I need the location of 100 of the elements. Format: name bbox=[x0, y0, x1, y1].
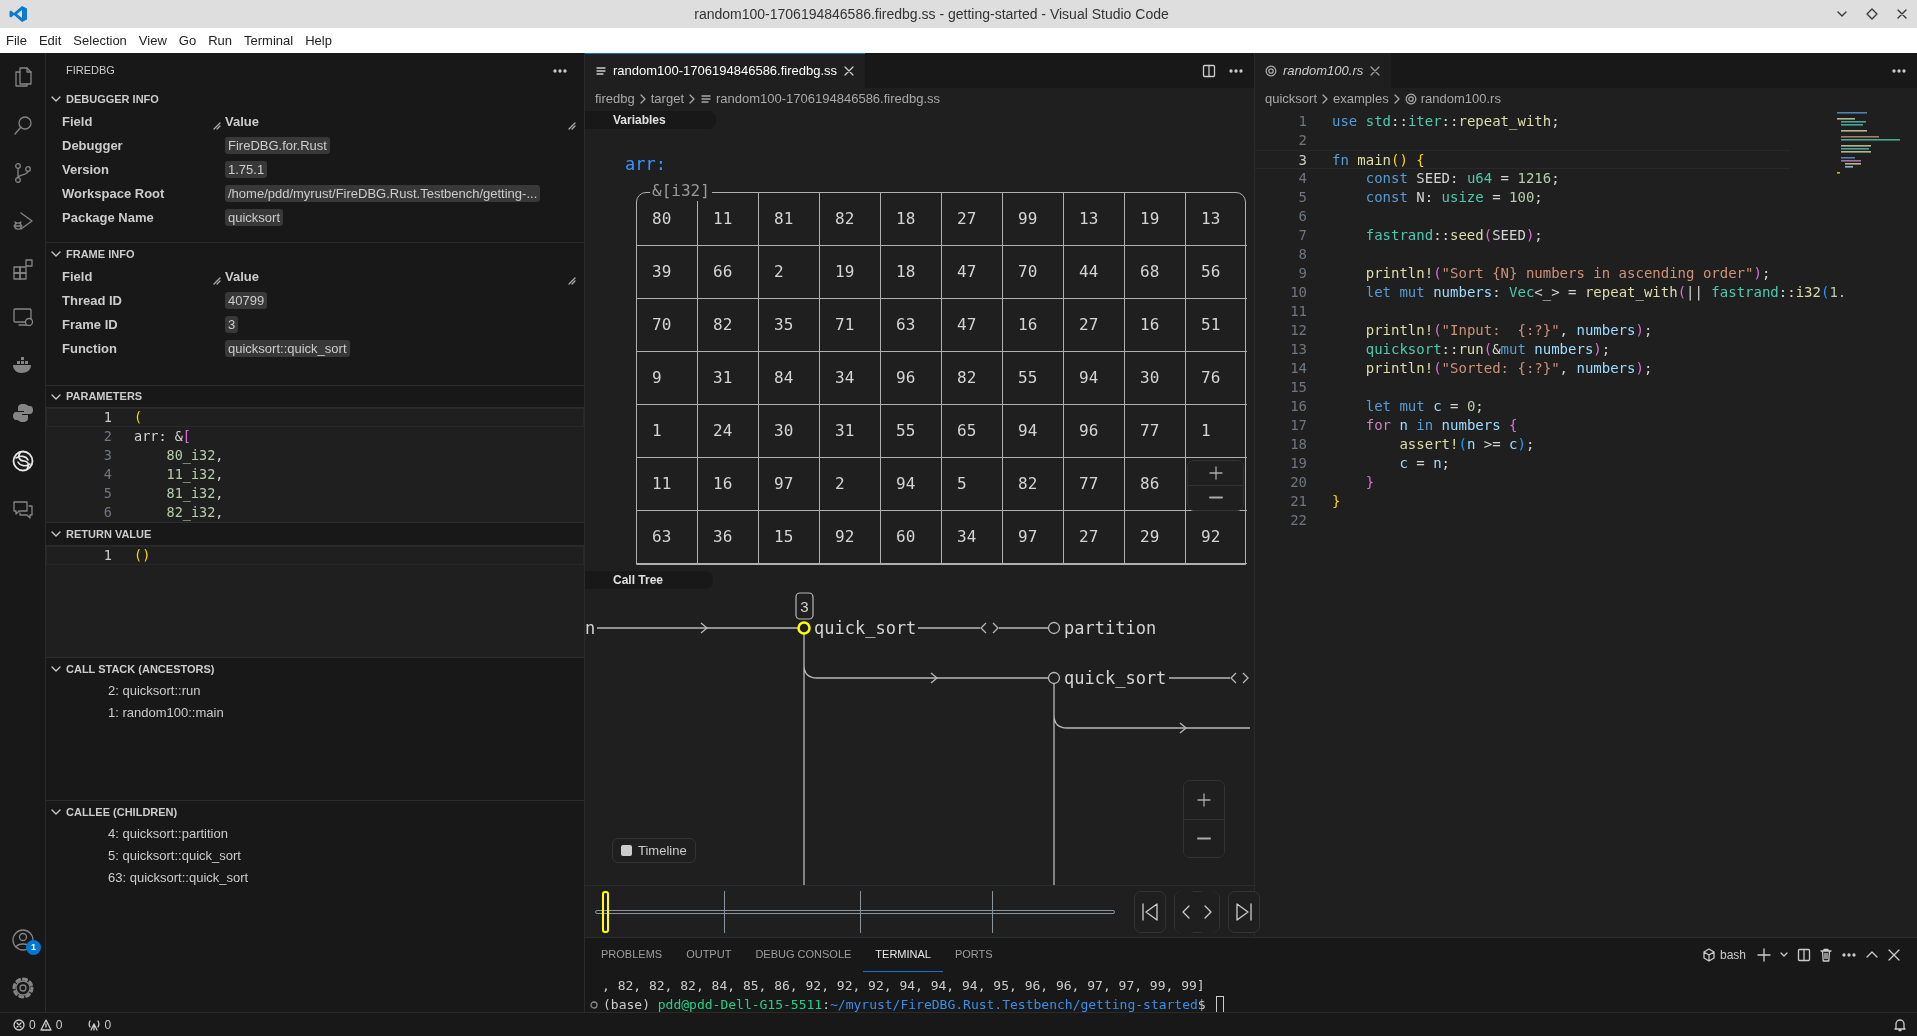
section-header[interactable]: CALLEE (CHILDREN) bbox=[66, 803, 178, 821]
terminal-output: , 82, 82, 82, 84, 85, 86, 92, 92, 92, 94, 94, 94, 95, 96, 96, 97, 97, 99, 99] bbox=[602, 978, 1205, 993]
field-value: 3 bbox=[225, 316, 239, 334]
timeline-toggle[interactable]: Timeline bbox=[612, 837, 696, 863]
section-header[interactable]: CALL STACK (ANCESTORS) bbox=[66, 660, 215, 678]
breadcrumb-item[interactable]: examples bbox=[1333, 89, 1389, 109]
menu-item[interactable]: Go bbox=[172, 30, 203, 51]
call-stack-item[interactable]: 4: quicksort::partition bbox=[108, 826, 228, 841]
breadcrumb-chevron-icon bbox=[1321, 93, 1330, 105]
restore-icon[interactable] bbox=[1865, 7, 1879, 21]
swirl-icon[interactable] bbox=[11, 449, 35, 473]
resize-grip-icon[interactable] bbox=[213, 276, 221, 285]
field-value: 1.75.1 bbox=[225, 161, 268, 179]
account-icon[interactable] bbox=[11, 928, 35, 952]
settings-icon[interactable] bbox=[11, 976, 35, 1000]
panel-tab[interactable]: PROBLEMS bbox=[589, 938, 675, 972]
function-label[interactable]: quick_sort bbox=[814, 618, 917, 638]
code-line: assert!(n >= c); bbox=[1398, 435, 1535, 454]
code-line: } bbox=[1332, 492, 1341, 511]
panel-tab[interactable]: TERMINAL bbox=[863, 938, 943, 972]
python-icon[interactable] bbox=[11, 401, 35, 425]
section-header[interactable]: FRAME INFO bbox=[66, 245, 135, 263]
zoom-out-button[interactable] bbox=[1184, 819, 1224, 857]
menu-item[interactable]: Edit bbox=[32, 30, 68, 51]
bell-icon[interactable] bbox=[1893, 1017, 1907, 1032]
array-value: 65 bbox=[957, 419, 977, 442]
breadcrumb-item[interactable]: random100-1706194846586.firedbg.ss bbox=[716, 89, 941, 109]
array-value: 16 bbox=[713, 472, 733, 495]
plus-icon[interactable] bbox=[1757, 948, 1771, 962]
function-label[interactable]: partition bbox=[1064, 618, 1157, 638]
ports-status[interactable]: 0 bbox=[85, 1015, 115, 1034]
array-value: 92 bbox=[1201, 525, 1221, 548]
split-editor-icon[interactable] bbox=[1202, 63, 1216, 78]
close-icon[interactable] bbox=[1895, 7, 1909, 21]
expand-toggle-icon[interactable] bbox=[980, 622, 999, 634]
menu-item[interactable]: Terminal bbox=[238, 30, 300, 51]
close-icon[interactable] bbox=[1887, 948, 1901, 962]
prompt-status-icon bbox=[589, 999, 599, 1010]
trash-icon[interactable] bbox=[1819, 948, 1833, 962]
code-line: arr: &[ bbox=[134, 427, 191, 446]
array-value: 47 bbox=[957, 313, 977, 336]
call-stack-item[interactable]: 5: quicksort::quick_sort bbox=[108, 848, 241, 863]
resize-grip-icon[interactable] bbox=[568, 121, 576, 130]
menu-item[interactable]: Help bbox=[299, 30, 338, 51]
menu-item[interactable]: Selection bbox=[67, 30, 133, 51]
code-line: let mut numbers: Vec<_> = repeat_with(|| fastrand::i32(1. bbox=[1364, 283, 1847, 302]
extensions-icon[interactable] bbox=[11, 257, 35, 281]
field-name: Version bbox=[62, 162, 109, 178]
column-header: Field bbox=[62, 269, 93, 285]
field-value: 40799 bbox=[225, 292, 268, 310]
call-node[interactable] bbox=[1047, 671, 1061, 685]
array-value: 97 bbox=[774, 472, 794, 495]
array-value: 16 bbox=[1018, 313, 1038, 336]
section-header[interactable]: DEBUGGER INFO bbox=[66, 90, 159, 108]
terminal-profile-button[interactable]: bash bbox=[1698, 946, 1749, 964]
code-line: const SEED: u64 = 1216; bbox=[1364, 169, 1560, 188]
menu-item[interactable]: File bbox=[0, 30, 33, 51]
line-number: 13 bbox=[1289, 340, 1307, 359]
array-value: 1 bbox=[652, 419, 662, 442]
resize-grip-icon[interactable] bbox=[213, 121, 221, 130]
checkbox[interactable] bbox=[621, 844, 632, 856]
breadcrumb-item[interactable]: firedbg bbox=[595, 89, 635, 109]
panel-tab[interactable]: PORTS bbox=[942, 938, 1005, 972]
slider-thumb[interactable] bbox=[602, 890, 610, 933]
last-step-button[interactable] bbox=[1228, 890, 1260, 933]
split-icon[interactable] bbox=[1797, 948, 1811, 962]
panel-tab[interactable]: OUTPUT bbox=[674, 938, 744, 972]
breadcrumb-item[interactable]: random100.rs bbox=[1420, 89, 1501, 109]
array-value: 76 bbox=[1201, 366, 1221, 389]
call-stack-item[interactable]: 2: quicksort::run bbox=[108, 683, 201, 698]
code-line: 80_i32, bbox=[165, 446, 224, 465]
section-header[interactable]: PARAMETERS bbox=[66, 388, 143, 405]
close-icon[interactable] bbox=[1369, 65, 1382, 77]
function-label[interactable]: quick_sort bbox=[1064, 668, 1167, 688]
array-value: 77 bbox=[1079, 472, 1099, 495]
menu-item[interactable]: Run bbox=[202, 30, 238, 51]
section-header[interactable]: RETURN VALUE bbox=[66, 525, 152, 543]
line-number: 3 bbox=[102, 446, 113, 465]
menu-item[interactable]: View bbox=[132, 30, 173, 51]
call-stack-item[interactable]: 1: random100::main bbox=[108, 705, 224, 720]
expand-toggle-icon[interactable] bbox=[1230, 672, 1249, 684]
error-icon bbox=[13, 1018, 25, 1031]
resize-grip-icon[interactable] bbox=[568, 276, 576, 285]
close-icon[interactable] bbox=[843, 65, 856, 77]
call-node[interactable] bbox=[1047, 621, 1061, 635]
field-name: Frame ID bbox=[62, 317, 118, 333]
problems-status[interactable]: 0 0 bbox=[10, 1015, 66, 1034]
function-label[interactable]: n bbox=[585, 618, 596, 638]
field-name: Debugger bbox=[62, 138, 123, 154]
zoom-out-button[interactable] bbox=[1188, 485, 1243, 510]
code-line: fn main() { bbox=[1332, 151, 1425, 168]
panel-tab[interactable]: DEBUG CONSOLE bbox=[743, 938, 864, 972]
breadcrumb-item[interactable]: quicksort bbox=[1265, 89, 1318, 109]
monitor-icon[interactable] bbox=[11, 305, 35, 329]
array-value: 63 bbox=[896, 313, 916, 336]
code-line: 81_i32, bbox=[165, 484, 224, 503]
first-step-button[interactable] bbox=[1134, 890, 1166, 933]
breadcrumb-item[interactable]: target bbox=[650, 89, 684, 109]
line-number: 20 bbox=[1289, 473, 1307, 492]
call-stack-item[interactable]: 63: quicksort::quick_sort bbox=[108, 870, 249, 885]
